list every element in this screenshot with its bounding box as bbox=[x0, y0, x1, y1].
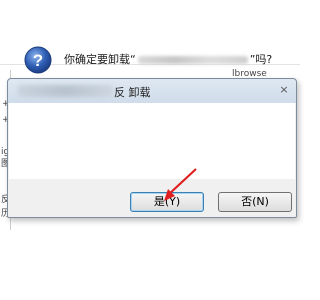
blurred-program-name bbox=[137, 56, 248, 64]
message-prefix: 你确定要卸载“ bbox=[64, 53, 136, 66]
blurred-title-region bbox=[18, 85, 113, 97]
svg-text:?: ? bbox=[33, 51, 43, 70]
close-button[interactable]: × bbox=[276, 83, 292, 97]
red-arrow-annotation bbox=[164, 168, 197, 201]
dialog-message: 你确定要卸载“ ”吗? bbox=[64, 51, 272, 67]
question-icon: ? bbox=[24, 46, 52, 74]
dialog-content bbox=[9, 103, 295, 179]
dialog-titlebar[interactable]: 反 卸载 × bbox=[8, 79, 296, 103]
message-suffix: ”吗? bbox=[249, 53, 273, 66]
no-button[interactable]: 否(N) bbox=[218, 192, 292, 212]
dialog-title: 反 卸载 bbox=[114, 86, 151, 99]
